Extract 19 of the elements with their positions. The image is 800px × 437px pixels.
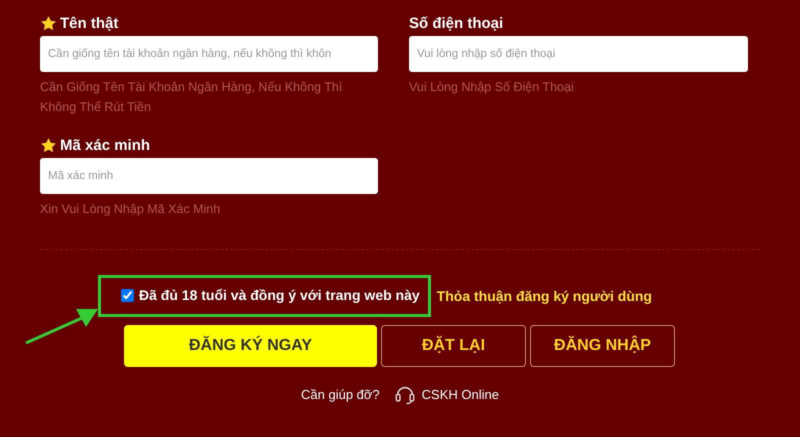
star-icon	[40, 14, 57, 32]
action-button[interactable]: ĐẶT LẠI	[381, 325, 526, 367]
register-button[interactable]: ĐĂNG KÝ NGAY	[124, 325, 377, 367]
star-icon	[40, 136, 57, 154]
field-label: Tên thật	[60, 14, 118, 32]
terms-link[interactable]: Thỏa thuận đăng ký người dùng	[436, 288, 652, 304]
input-field[interactable]: Vui lòng nhập số điện thoại	[409, 36, 748, 72]
input-field[interactable]: Cần giống tên tài khoản ngân hàng, nếu không thì khôn	[40, 36, 378, 72]
field-hint: Cần Giống Tên Tài Khoản Ngân Hàng, Nếu Không Thì Không Thể Rút Tiền	[40, 79, 344, 116]
field-label: Số điện thoại	[409, 14, 504, 32]
field-hint: Xin Vui Lòng Nhập Mã Xác Minh	[40, 201, 222, 218]
action-button[interactable]: ĐĂNG NHẬP	[530, 325, 675, 367]
field-label: Mã xác minh	[60, 136, 150, 154]
agreement-label: Đã đủ 18 tuổi và đồng ý với trang web này	[139, 287, 420, 303]
input-field[interactable]: Mã xác minh	[40, 158, 378, 194]
support-link[interactable]: CSKH Online	[422, 386, 499, 402]
help-text: Cần giúp đỡ?	[301, 386, 380, 402]
field-hint: Vui Lòng Nhập Số Điện Thoại	[409, 79, 575, 96]
agreement-checkbox[interactable]	[121, 288, 134, 302]
